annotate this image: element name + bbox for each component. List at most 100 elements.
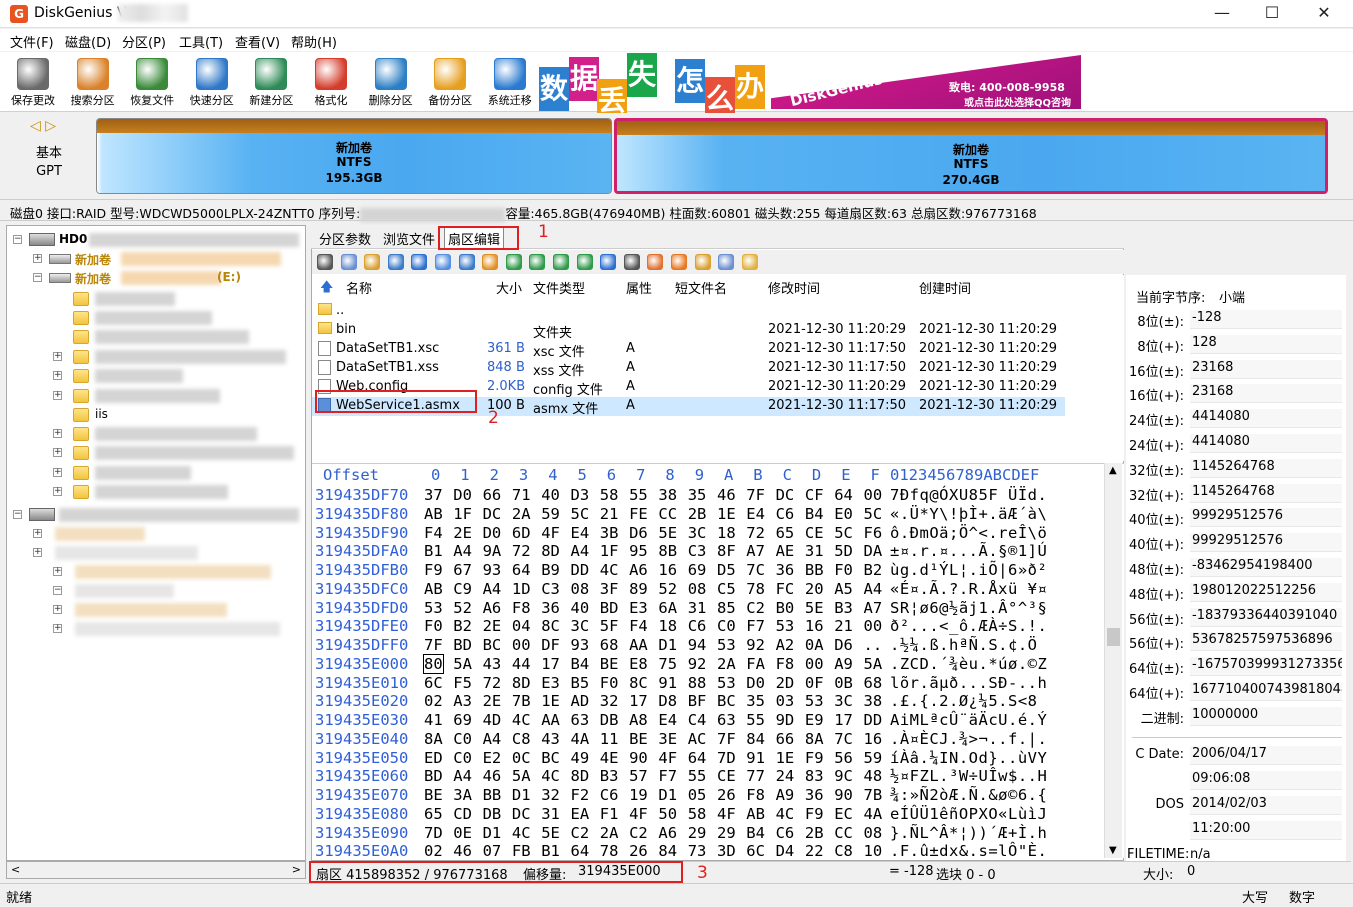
sector-tool-icon-1[interactable] (340, 254, 357, 270)
hex-byte[interactable]: 5C (834, 524, 853, 542)
hex-byte[interactable]: 0F (805, 674, 824, 692)
col-type[interactable]: 文件类型 (533, 278, 585, 297)
hex-byte[interactable]: B0 (776, 599, 795, 617)
hex-byte[interactable]: 64 (571, 842, 590, 860)
sector-tool-icon-7[interactable] (482, 254, 499, 270)
hex-byte[interactable]: D0 (483, 524, 502, 542)
hex-byte[interactable]: A7 (864, 599, 883, 617)
hex-byte[interactable]: 55 (746, 711, 765, 729)
disk-tree[interactable]: − HD0 + 新加卷 − 新加卷 (E:) + + + + + + + iis − + + +… (6, 225, 306, 861)
hex-byte[interactable]: 67 (453, 561, 472, 579)
hex-byte[interactable]: 58 (600, 486, 619, 504)
hex-byte[interactable]: DC (776, 486, 795, 504)
hex-vscrollbar[interactable]: ▲ ▼ (1104, 463, 1122, 858)
hex-byte[interactable]: 94 (688, 636, 707, 654)
hex-byte[interactable]: F0 (600, 674, 619, 692)
col-mtime[interactable]: 修改时间 (768, 278, 820, 297)
hex-byte[interactable]: 36 (776, 561, 795, 579)
hex-byte[interactable]: 07 (483, 842, 502, 860)
hex-byte[interactable]: F8 (776, 655, 795, 673)
tree-folder[interactable]: + (53, 367, 303, 386)
hex-byte[interactable]: EA (571, 805, 590, 823)
hex-byte[interactable]: E2 (483, 749, 502, 767)
hex-byte[interactable]: D6 (834, 636, 853, 654)
hex-byte[interactable]: 4A (571, 730, 590, 748)
hex-byte[interactable]: 8D (512, 674, 531, 692)
hex-byte[interactable]: 6C (424, 674, 443, 692)
hex-byte[interactable]: C6 (600, 786, 619, 804)
hex-byte[interactable]: 1F (453, 505, 472, 523)
hex-byte[interactable]: 2B (805, 824, 824, 842)
sector-tool-icon-12[interactable] (600, 254, 617, 270)
hex-byte[interactable]: B3 (834, 599, 853, 617)
hex-byte[interactable]: 1E (717, 505, 736, 523)
hex-byte[interactable]: 2D (776, 674, 795, 692)
hex-byte[interactable]: 9D (776, 711, 795, 729)
hex-byte[interactable]: DB (483, 805, 502, 823)
toolbar-button-6[interactable]: 删除分区 (362, 56, 420, 110)
hex-byte[interactable]: F8 (746, 786, 765, 804)
hex-byte[interactable]: C5 (717, 580, 736, 598)
hex-byte[interactable]: 66 (483, 486, 502, 504)
hex-byte[interactable]: C6 (776, 505, 795, 523)
sector-tool-icon-18[interactable] (741, 254, 758, 270)
hex-byte[interactable]: CE (805, 524, 824, 542)
maximize-button[interactable]: ☐ (1246, 0, 1298, 28)
inspector-value[interactable]: 4414080 (1190, 434, 1342, 453)
hex-byte[interactable]: A4 (571, 542, 590, 560)
hex-byte[interactable]: F2 (571, 786, 590, 804)
hex-byte[interactable]: F0 (834, 561, 853, 579)
tree-expander[interactable]: + (53, 624, 62, 633)
hex-byte[interactable]: C2 (746, 599, 765, 617)
hex-byte[interactable]: B5 (571, 674, 590, 692)
hex-byte[interactable]: 00 (864, 486, 883, 504)
hex-byte[interactable]: 0A (805, 636, 824, 654)
hex-byte[interactable]: 4C (512, 824, 531, 842)
hex-byte[interactable]: 72 (746, 524, 765, 542)
hex-byte[interactable]: 4F (717, 805, 736, 823)
hex-byte[interactable]: 53 (717, 636, 736, 654)
hex-byte[interactable]: 65 (424, 805, 443, 823)
hex-byte[interactable]: 7C (834, 730, 853, 748)
hex-byte[interactable]: ED (424, 749, 443, 767)
hex-byte[interactable]: 2A (600, 824, 619, 842)
hex-byte[interactable]: AB (424, 580, 443, 598)
hex-byte[interactable]: AD (571, 692, 590, 710)
hex-row[interactable]: 319435DFE0 F0 B2 2E 04 8C 3C 5F F4 18 C6 C0 F7 53 16 21… (312, 617, 1102, 636)
hex-byte[interactable]: F7 (658, 767, 677, 785)
minimize-button[interactable]: — (1196, 0, 1248, 28)
hex-byte[interactable]: D0 (453, 486, 472, 504)
hex-byte[interactable]: 64 (688, 749, 707, 767)
hex-byte[interactable]: 8D (541, 542, 560, 560)
hex-row[interactable]: 319435E080 65 CD DB DC 31 EA F1 4F 50 58 4F AB 4C F9 EC… (312, 805, 1102, 824)
hex-byte[interactable]: 8B (658, 542, 677, 560)
hex-byte[interactable]: 78 (746, 580, 765, 598)
tree-expander[interactable]: − (53, 586, 62, 595)
partition-block-1[interactable]: 新加卷 NTFS 195.3GB (96, 118, 612, 194)
hex-byte[interactable]: 68 (864, 674, 883, 692)
hex-byte[interactable]: B2 (453, 617, 472, 635)
sector-tool-icon-3[interactable] (387, 254, 404, 270)
sector-tool-icon-8[interactable] (505, 254, 522, 270)
hex-byte[interactable]: A9 (834, 655, 853, 673)
hex-byte[interactable]: 4E (600, 749, 619, 767)
hex-byte[interactable]: 46 (483, 767, 502, 785)
hex-byte[interactable]: 32 (541, 786, 560, 804)
toolbar-button-2[interactable]: 恢复文件 (123, 56, 181, 110)
hex-byte[interactable]: 68 (600, 636, 619, 654)
hex-byte[interactable]: AA (541, 711, 560, 729)
hex-row[interactable]: 319435E000 80 5A 43 44 17 B4 BE E8 75 92 2A FA F8 00 A9… (312, 653, 1102, 674)
hex-byte[interactable]: 3C (834, 692, 853, 710)
hex-byte[interactable]: 35 (688, 486, 707, 504)
hex-byte[interactable]: C3 (541, 580, 560, 598)
tree-folder[interactable] (53, 290, 303, 309)
hex-byte[interactable]: 0E (453, 824, 472, 842)
hex-row[interactable]: 319435E090 7D 0E D1 4C 5E C2 2A C2 A6 29 29 B4 C6 2B CC… (312, 824, 1102, 843)
hex-byte[interactable]: 59 (541, 505, 560, 523)
hex-byte[interactable]: 17 (629, 692, 648, 710)
tree-expander[interactable]: + (53, 429, 62, 438)
col-ctime[interactable]: 创建时间 (919, 278, 971, 297)
hex-byte[interactable]: 5E (658, 524, 677, 542)
inspector-value[interactable]: 16771040074398180480 (1190, 682, 1342, 701)
tree-expander[interactable]: + (53, 567, 62, 576)
